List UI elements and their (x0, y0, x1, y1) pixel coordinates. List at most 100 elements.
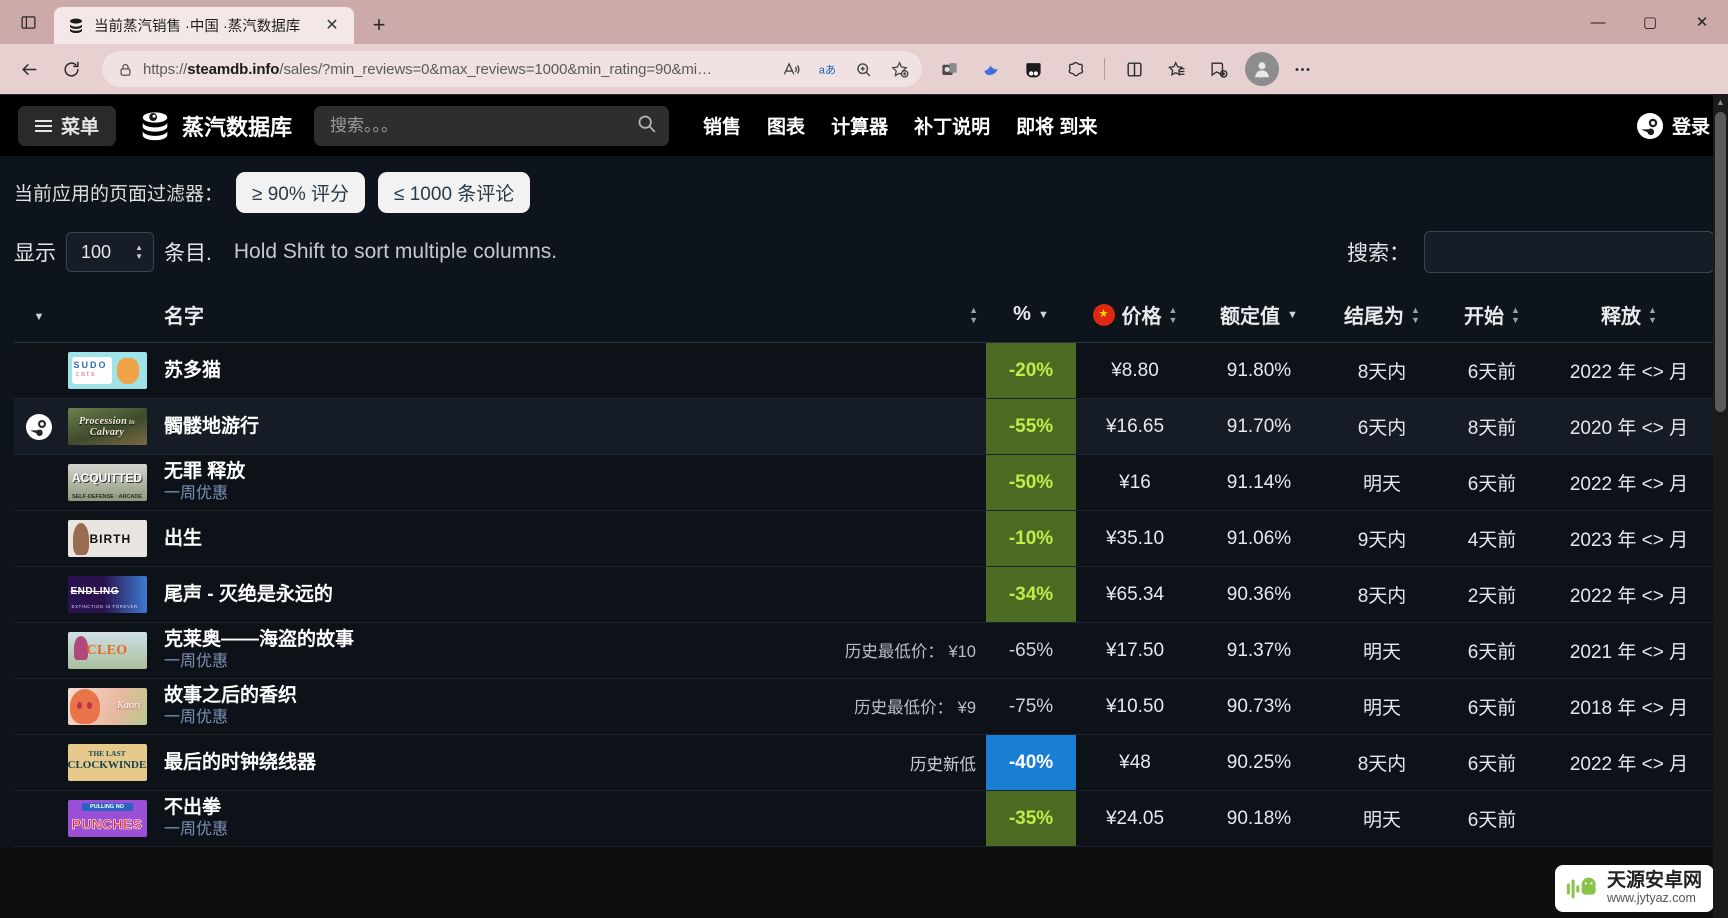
page-length-select[interactable]: 100 ▲ ▼ (66, 232, 154, 272)
row-name-cell[interactable]: 出生 (150, 511, 986, 567)
row-thumbnail-cell[interactable]: Kaori (64, 679, 150, 735)
row-name-cell[interactable]: 尾声 - 灭绝是永远的 (150, 567, 986, 623)
col-percent[interactable]: % ▼ (986, 287, 1076, 343)
row-steam-link[interactable] (14, 791, 64, 847)
spinner-icon[interactable]: ▲ ▼ (135, 244, 143, 261)
nav-item-calculator[interactable]: 计算器 (831, 112, 888, 139)
profile-avatar-icon[interactable] (1245, 52, 1279, 86)
table-row[interactable]: BIRTH 出生 -10% ¥35.10 91.06% 9天内 4天前 2023 年 <> 月 (14, 510, 1714, 567)
row-steam-link[interactable] (14, 623, 64, 679)
row-steam-link[interactable] (14, 679, 64, 735)
scrollbar-thumb[interactable] (1715, 112, 1726, 412)
game-title[interactable]: 尾声 - 灭绝是永远的 (164, 583, 333, 607)
clockwinder-capsule[interactable]: THE LAST CLOCKWINDER (67, 744, 147, 781)
translate-icon[interactable]: aあ (810, 54, 844, 84)
row-thumbnail-cell[interactable]: Procession to Calvary (64, 399, 150, 455)
game-title[interactable]: 无罪 释放 (164, 460, 245, 484)
cleo-capsule[interactable]: CLEO (67, 632, 147, 669)
col-name[interactable]: 名字 ▲ ▼ (150, 287, 986, 343)
read-aloud-icon[interactable] (774, 54, 808, 84)
maximize-button[interactable]: ▢ (1624, 0, 1676, 44)
address-bar[interactable]: https://steamdb.info/sales/?min_reviews=… (102, 51, 922, 87)
table-row[interactable]: CLEO 克莱奥——海盗的故事 一周优惠 历史最低价： ¥10 -65% ¥17.50 91… (14, 622, 1714, 679)
nav-item-charts[interactable]: 图表 (767, 112, 805, 139)
col-rating[interactable]: 额定值 ▼ (1194, 287, 1324, 343)
minimize-button[interactable]: — (1572, 0, 1624, 44)
row-name-cell[interactable]: 最后的时钟绕线器 历史新低 (150, 735, 986, 791)
new-tab-button[interactable]: + (362, 8, 396, 42)
row-steam-link[interactable] (14, 735, 64, 791)
procession-calvary-capsule[interactable]: Procession to Calvary (67, 408, 147, 445)
game-title[interactable]: 苏多猫 (164, 359, 221, 383)
login-button[interactable]: 登录 (1636, 112, 1710, 139)
row-name-cell[interactable]: 不出拳 一周优惠 (150, 791, 986, 847)
bird-app-icon[interactable] (972, 50, 1010, 88)
row-thumbnail-cell[interactable]: CLEO (64, 623, 150, 679)
split-screen-icon[interactable] (1014, 50, 1052, 88)
row-thumbnail-cell[interactable]: PULLING NO PUNCHES (64, 791, 150, 847)
browser-tab[interactable]: 当前蒸汽销售 ·中国 ·蒸汽数据库 ✕ (54, 7, 354, 44)
site-logo[interactable]: 蒸汽数据库 (138, 109, 292, 143)
close-window-button[interactable]: ✕ (1676, 0, 1728, 44)
game-title[interactable]: 克莱奥——海盗的故事 (164, 628, 354, 652)
outlook-icon[interactable] (930, 50, 968, 88)
nav-item-upcoming[interactable]: 即将 到来 (1016, 112, 1097, 139)
row-name-cell[interactable]: 无罪 释放 一周优惠 (150, 455, 986, 511)
acquitted-capsule[interactable]: ACQUITTED SELF-DEFENSE · ARCADE (67, 464, 147, 501)
tab-actions-icon[interactable] (6, 3, 50, 41)
row-steam-link[interactable] (14, 511, 64, 567)
game-title[interactable]: 出生 (164, 527, 202, 551)
filter-chip-reviews[interactable]: ≤ 1000 条评论 (378, 172, 531, 213)
row-thumbnail-cell[interactable]: BIRTH (64, 511, 150, 567)
search-icon[interactable] (636, 113, 657, 139)
page-scrollbar[interactable]: ▲ (1713, 94, 1728, 918)
nav-item-patchnotes[interactable]: 补丁说明 (914, 112, 990, 139)
search-input[interactable] (330, 115, 637, 136)
table-row[interactable]: PULLING NO PUNCHES 不出拳 一周优惠 -35% ¥24.05 90.18%… (14, 790, 1714, 847)
row-name-cell[interactable]: 髑髅地游行 (150, 399, 986, 455)
browser-essentials-icon[interactable] (1115, 50, 1153, 88)
endling-capsule[interactable]: ENDLING EXTINCTION IS FOREVER (67, 576, 147, 613)
row-name-cell[interactable]: 故事之后的香织 一周优惠 历史最低价： ¥9 (150, 679, 986, 735)
menu-button[interactable]: 菜单 (18, 105, 117, 146)
col-ends[interactable]: 结尾为 ▲ ▼ (1324, 287, 1440, 343)
game-title[interactable]: 髑髅地游行 (164, 415, 259, 439)
site-search[interactable] (314, 105, 670, 146)
reload-icon[interactable] (52, 50, 90, 88)
sudo-cats-capsule[interactable]: SUDO cats (67, 352, 147, 389)
add-favorite-icon[interactable] (882, 54, 916, 84)
row-thumbnail-cell[interactable]: ACQUITTED SELF-DEFENSE · ARCADE (64, 455, 150, 511)
row-steam-link[interactable] (14, 455, 64, 511)
scroll-up-icon[interactable]: ▲ (1713, 94, 1728, 110)
favorites-bar-icon[interactable] (1199, 50, 1237, 88)
table-row[interactable]: SUDO cats 苏多猫 -20% ¥8.80 91.80% 8天内 6天前 2022 年 <… (14, 342, 1714, 399)
birth-capsule[interactable]: BIRTH (67, 520, 147, 557)
collections-icon[interactable] (1157, 50, 1195, 88)
table-search-input[interactable] (1424, 231, 1714, 273)
table-row[interactable]: Procession to Calvary 髑髅地游行 -55% ¥16.65 91.7… (14, 398, 1714, 455)
row-name-cell[interactable]: 克莱奥——海盗的故事 一周优惠 历史最低价： ¥10 (150, 623, 986, 679)
steam-logo-icon[interactable] (26, 413, 52, 440)
more-settings-icon[interactable] (1283, 50, 1321, 88)
game-title[interactable]: 最后的时钟绕线器 (164, 751, 316, 775)
row-name-cell[interactable]: 苏多猫 (150, 343, 986, 399)
row-thumbnail-cell[interactable]: THE LAST CLOCKWINDER (64, 735, 150, 791)
punches-capsule[interactable]: PULLING NO PUNCHES (67, 800, 147, 837)
game-title[interactable]: 故事之后的香织 (164, 684, 297, 708)
table-row[interactable]: ENDLING EXTINCTION IS FOREVER 尾声 - 灭绝是永远的 -… (14, 566, 1714, 623)
game-title[interactable]: 不出拳 (164, 796, 228, 820)
col-price[interactable]: ★ 价格 ▲ ▼ (1076, 287, 1194, 343)
close-icon[interactable]: ✕ (320, 14, 344, 38)
back-arrow-icon[interactable] (10, 50, 48, 88)
table-row[interactable]: ACQUITTED SELF-DEFENSE · ARCADE 无罪 释放 一周优惠 -… (14, 454, 1714, 511)
row-thumbnail-cell[interactable]: ENDLING EXTINCTION IS FOREVER (64, 567, 150, 623)
filter-chip-rating[interactable]: ≥ 90% 评分 (236, 172, 366, 213)
copilot-icon[interactable] (1056, 50, 1094, 88)
row-steam-link[interactable] (14, 399, 64, 455)
kaori-capsule[interactable]: Kaori (67, 688, 147, 725)
zoom-icon[interactable] (846, 54, 880, 84)
table-row[interactable]: THE LAST CLOCKWINDER 最后的时钟绕线器 历史新低 -40% ¥48 90… (14, 734, 1714, 791)
row-thumbnail-cell[interactable]: SUDO cats (64, 343, 150, 399)
col-expand[interactable]: ▼ (14, 287, 64, 343)
col-release[interactable]: 释放 ▲ ▼ (1544, 287, 1714, 343)
